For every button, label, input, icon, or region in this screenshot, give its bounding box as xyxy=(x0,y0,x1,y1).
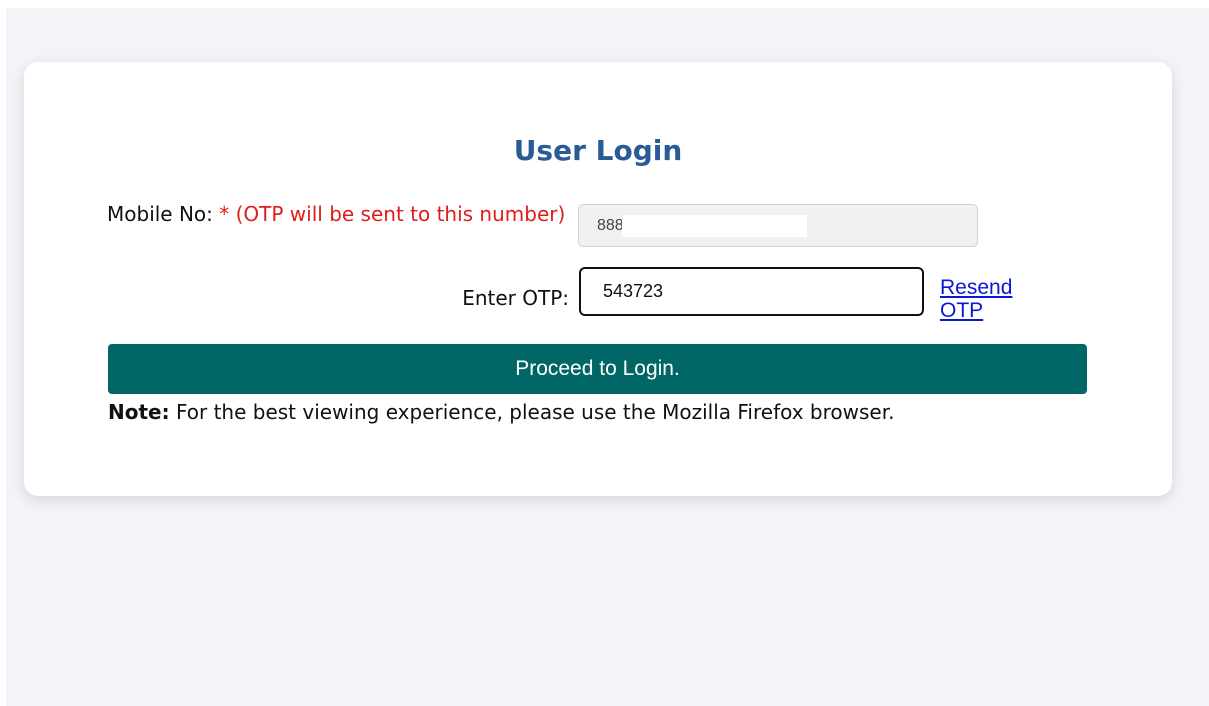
mobile-number-label: Mobile No: * (OTP will be sent to this n… xyxy=(107,202,572,227)
browser-note: Note: For the best viewing experience, p… xyxy=(108,400,1108,425)
required-note: * (OTP will be sent to this number) xyxy=(219,202,566,226)
resend-otp-link[interactable]: Resend OTP xyxy=(940,276,1050,322)
otp-input[interactable] xyxy=(579,267,924,316)
login-card: User Login Mobile No: * (OTP will be sen… xyxy=(24,62,1172,496)
page-title: User Login xyxy=(513,134,683,167)
note-text: For the best viewing experience, please … xyxy=(169,400,895,424)
mobile-label-text: Mobile No: xyxy=(107,202,220,226)
redaction-mask xyxy=(622,215,807,237)
page-background: User Login Mobile No: * (OTP will be sen… xyxy=(6,8,1209,706)
note-prefix: Note: xyxy=(108,400,170,424)
otp-label: Enter OTP: xyxy=(462,286,569,310)
proceed-to-login-button[interactable]: Proceed to Login. xyxy=(108,344,1087,394)
